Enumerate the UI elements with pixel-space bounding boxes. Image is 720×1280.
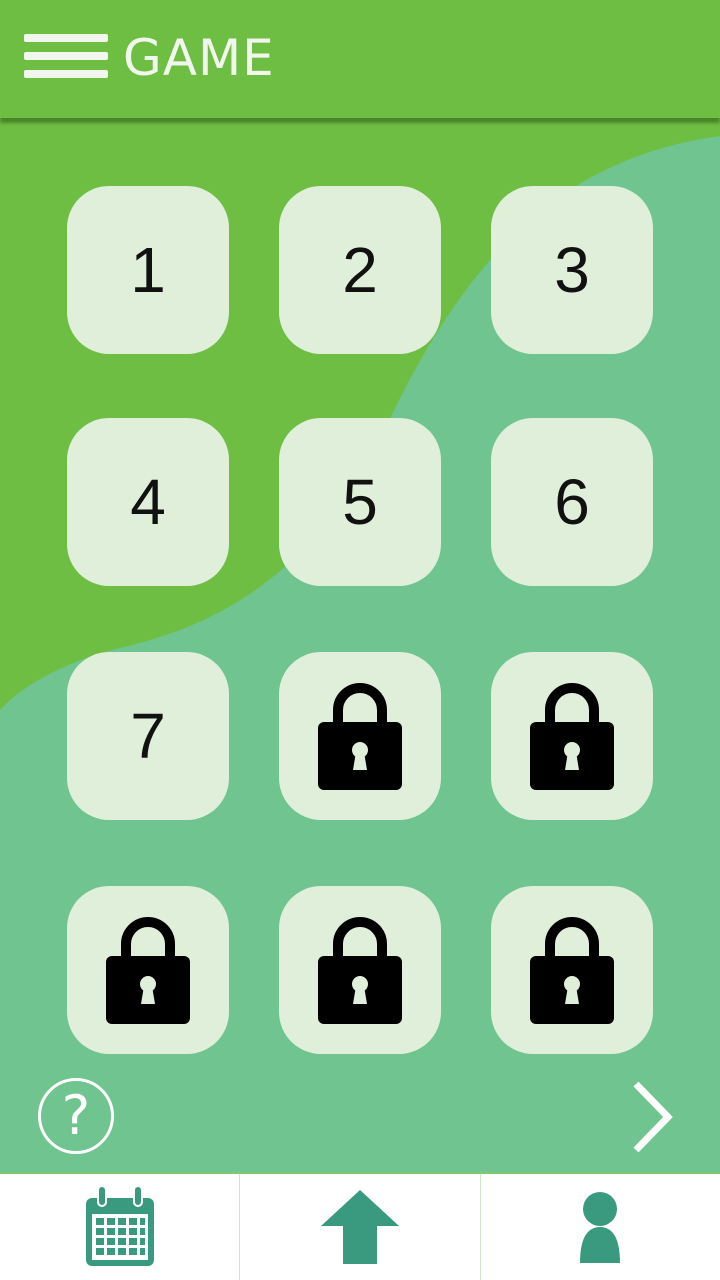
level-tile-locked[interactable]: [67, 886, 229, 1054]
level-tile[interactable]: 3: [491, 186, 653, 354]
nav-calendar[interactable]: [0, 1174, 239, 1280]
level-tile-locked[interactable]: [491, 886, 653, 1054]
game-screen: GAME 1 2 3 4 5 6 7 ?: [0, 0, 720, 1280]
level-tile[interactable]: 7: [67, 652, 229, 820]
level-tile[interactable]: 1: [67, 186, 229, 354]
chevron-right-icon[interactable]: [628, 1080, 676, 1154]
lock-icon: [530, 917, 614, 1024]
app-header: GAME: [0, 0, 720, 118]
level-number: 1: [130, 234, 166, 306]
help-button[interactable]: ?: [38, 1078, 114, 1154]
home-arrow-icon: [320, 1190, 399, 1264]
lock-icon: [106, 917, 190, 1024]
nav-home[interactable]: [239, 1174, 479, 1280]
level-tile[interactable]: 2: [279, 186, 441, 354]
page-title: GAME: [123, 29, 275, 87]
level-grid-area: 1 2 3 4 5 6 7 ?: [0, 118, 720, 1172]
level-tile[interactable]: 6: [491, 418, 653, 586]
profile-icon: [580, 1192, 621, 1263]
level-number: 4: [130, 466, 166, 538]
level-tile[interactable]: 4: [67, 418, 229, 586]
lock-icon: [318, 683, 402, 790]
question-circle-icon: ?: [61, 1084, 91, 1147]
level-number: 2: [342, 234, 378, 306]
bottom-navigation: [0, 1172, 720, 1280]
hamburger-menu-icon[interactable]: [24, 34, 108, 78]
nav-profile[interactable]: [479, 1174, 720, 1280]
level-tile[interactable]: 5: [279, 418, 441, 586]
lock-icon: [318, 917, 402, 1024]
level-number: 6: [554, 466, 590, 538]
calendar-icon: [85, 1185, 154, 1266]
level-number: 3: [554, 234, 590, 306]
level-tile-locked[interactable]: [491, 652, 653, 820]
level-tile-locked[interactable]: [279, 652, 441, 820]
level-tile-locked[interactable]: [279, 886, 441, 1054]
lock-icon: [530, 683, 614, 790]
level-number: 5: [342, 466, 378, 538]
level-number: 7: [130, 700, 166, 772]
